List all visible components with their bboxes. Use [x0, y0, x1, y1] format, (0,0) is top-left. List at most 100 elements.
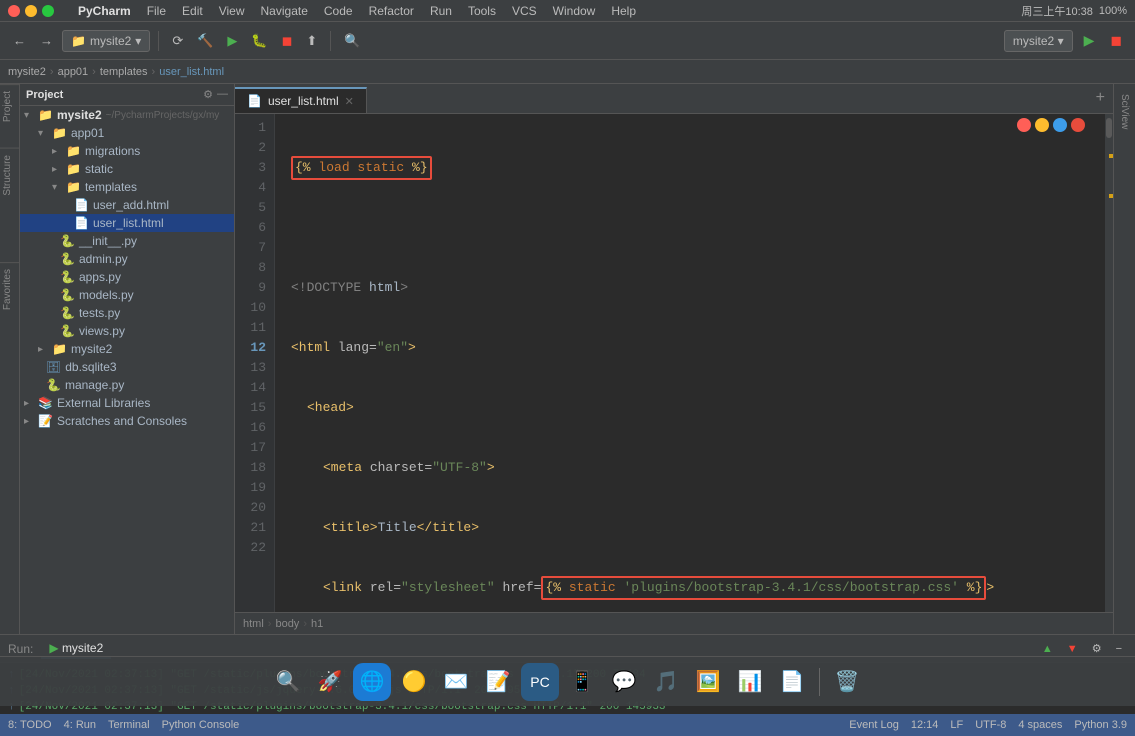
- dock-app8[interactable]: 📱: [563, 663, 601, 701]
- stop-button[interactable]: ◼: [277, 30, 298, 52]
- search-everywhere-button[interactable]: 🔍: [339, 30, 365, 52]
- traffic-light-minimize[interactable]: [25, 5, 37, 17]
- gear-icon[interactable]: ⚙: [203, 88, 213, 101]
- back-button[interactable]: ←: [8, 30, 31, 51]
- sync-button[interactable]: ⟳: [167, 30, 188, 52]
- status-indent[interactable]: 4 spaces: [1018, 719, 1062, 731]
- dock-wechat[interactable]: 💬: [605, 663, 643, 701]
- tree-views[interactable]: 🐍 views.py: [20, 322, 234, 340]
- color-dot-yellow[interactable]: [1035, 118, 1049, 132]
- dock-excel[interactable]: 📊: [731, 663, 769, 701]
- breadcrumb-templates[interactable]: templates: [100, 66, 148, 78]
- menu-file[interactable]: File: [147, 4, 166, 18]
- menu-window[interactable]: Window: [553, 4, 596, 18]
- menu-run[interactable]: Run: [430, 4, 452, 18]
- update-button[interactable]: ⬆: [301, 30, 322, 52]
- menu-code[interactable]: Code: [324, 4, 353, 18]
- tab-close-button[interactable]: ✕: [345, 95, 354, 108]
- tree-scratches[interactable]: ▸ 📝 Scratches and Consoles: [20, 412, 234, 430]
- sci-view-tab[interactable]: SciView: [1117, 88, 1132, 135]
- dock-music[interactable]: 🎵: [647, 663, 685, 701]
- tree-models[interactable]: 🐍 models.py: [20, 286, 234, 304]
- tree-manage[interactable]: 🐍 manage.py: [20, 376, 234, 394]
- dock-finder[interactable]: 🔍: [269, 663, 307, 701]
- status-todo[interactable]: 8: TODO: [8, 719, 52, 731]
- build-button[interactable]: 🔨: [192, 30, 218, 52]
- bottom-breadcrumb: html › body › h1: [235, 612, 1113, 634]
- run-tab-icon: ▶: [49, 641, 58, 655]
- breadcrumb-mysite2[interactable]: mysite2: [8, 66, 46, 78]
- traffic-light-fullscreen[interactable]: [42, 5, 54, 17]
- tree-tests[interactable]: 🐍 tests.py: [20, 304, 234, 322]
- dock-mail[interactable]: ✉️: [437, 663, 475, 701]
- color-indicators[interactable]: [1017, 118, 1085, 132]
- dock-trash[interactable]: 🗑️: [828, 663, 866, 701]
- tree-apps[interactable]: 🐍 apps.py: [20, 268, 234, 286]
- menu-edit[interactable]: Edit: [182, 4, 203, 18]
- status-encoding[interactable]: UTF-8: [975, 719, 1006, 731]
- tree-mysite2-folder[interactable]: ▸ 📁 mysite2: [20, 340, 234, 358]
- status-python-version[interactable]: Python 3.9: [1074, 719, 1127, 731]
- editor-tab-active[interactable]: 📄 user_list.html ✕: [235, 87, 367, 113]
- status-position[interactable]: 12:14: [911, 719, 939, 731]
- menu-view[interactable]: View: [219, 4, 245, 18]
- tree-templates[interactable]: ▾ 📁 templates: [20, 178, 234, 196]
- status-python-console[interactable]: Python Console: [162, 719, 240, 731]
- tree-static[interactable]: ▸ 📁 static: [20, 160, 234, 178]
- menu-vcs[interactable]: VCS: [512, 4, 537, 18]
- scroll-marker-1: [1109, 154, 1113, 158]
- menu-tools[interactable]: Tools: [468, 4, 496, 18]
- color-dot-orange[interactable]: [1017, 118, 1031, 132]
- sidebar-header-icons[interactable]: ⚙ —: [203, 88, 228, 101]
- collapse-icon[interactable]: —: [217, 88, 228, 101]
- breadcrumb-file[interactable]: user_list.html: [159, 66, 224, 78]
- bottom-bc-html[interactable]: html: [243, 618, 264, 630]
- tree-db[interactable]: 🗄 db.sqlite3: [20, 358, 234, 376]
- traffic-lights[interactable]: [8, 5, 54, 17]
- color-dot-blue[interactable]: [1053, 118, 1067, 132]
- dock-chrome[interactable]: 🟡: [395, 663, 433, 701]
- code-content[interactable]: {% load static %} <!DOCTYPE html> <html …: [283, 114, 1113, 612]
- tree-migrations[interactable]: ▸ 📁 migrations: [20, 142, 234, 160]
- dock-pycharm[interactable]: PC: [521, 663, 559, 701]
- menu-help[interactable]: Help: [611, 4, 636, 18]
- status-terminal[interactable]: Terminal: [108, 719, 150, 731]
- debug-button[interactable]: 🐛: [246, 30, 272, 52]
- code-line-2: [291, 218, 1105, 238]
- forward-button[interactable]: →: [35, 30, 58, 51]
- breadcrumb-app01[interactable]: app01: [58, 66, 89, 78]
- tree-init[interactable]: 🐍 __init__.py: [20, 232, 234, 250]
- dock-notion[interactable]: 📝: [479, 663, 517, 701]
- run-config-selector[interactable]: mysite2 ▾: [1004, 30, 1073, 52]
- dock-word[interactable]: 📄: [773, 663, 811, 701]
- bottom-bc-h1[interactable]: h1: [311, 618, 323, 630]
- stop-run-button[interactable]: ◼: [1105, 29, 1127, 52]
- favorites-tab[interactable]: Favorites: [0, 262, 19, 316]
- menu-refactor[interactable]: Refactor: [369, 4, 414, 18]
- status-run[interactable]: 4: Run: [64, 719, 96, 731]
- run-toolbar-button[interactable]: ▶: [222, 30, 242, 52]
- scrollbar-right[interactable]: [1105, 114, 1113, 612]
- tree-admin[interactable]: 🐍 admin.py: [20, 250, 234, 268]
- tree-app01[interactable]: ▾ 📁 app01: [20, 124, 234, 142]
- menu-navigate[interactable]: Navigate: [261, 4, 308, 18]
- dock-safari[interactable]: 🌐: [353, 663, 391, 701]
- dock-photos[interactable]: 🖼️: [689, 663, 727, 701]
- project-tab[interactable]: Project: [0, 84, 19, 128]
- traffic-light-close[interactable]: [8, 5, 20, 17]
- code-line-6: <meta charset="UTF-8">: [291, 458, 1105, 478]
- tree-user-list[interactable]: 📄 user_list.html: [20, 214, 234, 232]
- run-button[interactable]: ▶: [1079, 29, 1100, 52]
- status-lf[interactable]: LF: [950, 719, 963, 731]
- structure-tab[interactable]: Structure: [0, 148, 19, 202]
- scrollbar-thumb[interactable]: [1106, 118, 1112, 138]
- dock-launchpad[interactable]: 🚀: [311, 663, 349, 701]
- tree-root[interactable]: ▾ 📁 mysite2 ~/PycharmProjects/gx/my: [20, 106, 234, 124]
- tree-user-add[interactable]: 📄 user_add.html: [20, 196, 234, 214]
- bottom-bc-body[interactable]: body: [275, 618, 299, 630]
- tree-external-libs[interactable]: ▸ 📚 External Libraries: [20, 394, 234, 412]
- color-dot-red[interactable]: [1071, 118, 1085, 132]
- status-event-log[interactable]: Event Log: [849, 719, 899, 731]
- project-selector[interactable]: 📁 mysite2 ▾: [62, 30, 150, 52]
- new-tab-button[interactable]: +: [1088, 84, 1113, 113]
